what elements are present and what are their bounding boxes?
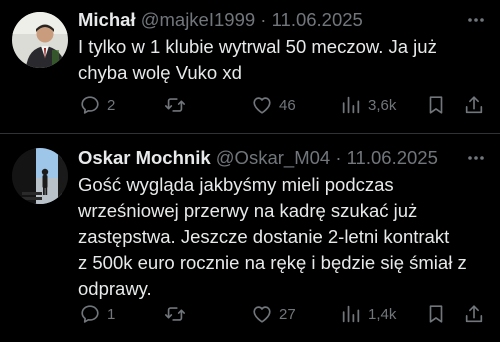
reply-count: 1 (107, 305, 116, 323)
display-name[interactable]: Oskar Mochnik (78, 147, 211, 168)
analytics-icon (342, 96, 360, 114)
tweet-date[interactable]: 11.06.2025 (347, 147, 438, 168)
tweet[interactable]: Oskar Mochnik @Oskar_M04 · 11.06.2025 Go… (0, 134, 500, 342)
display-name[interactable]: Michał (78, 9, 136, 30)
view-count: 3,6k (368, 96, 397, 114)
views-button[interactable]: 3,6k (340, 93, 396, 117)
like-count: 27 (279, 305, 296, 323)
share-icon (465, 305, 483, 323)
separator-dot: · (260, 9, 267, 30)
reply-button[interactable]: 2 (79, 93, 115, 117)
separator-dot: · (335, 147, 342, 168)
bookmark-button[interactable] (425, 93, 447, 117)
tweet-header: Oskar Mochnik @Oskar_M04 · 11.06.2025 (78, 146, 460, 170)
tweet-header: Michał @majkeI1999 · 11.06.2025 (78, 8, 460, 32)
user-handle[interactable]: @Oskar_M04 (216, 147, 330, 168)
reply-icon (81, 305, 99, 323)
share-button[interactable] (463, 302, 485, 326)
tweet-date[interactable]: 11.06.2025 (272, 9, 363, 30)
repost-icon (165, 307, 185, 321)
heart-icon (253, 97, 271, 114)
repost-button[interactable] (163, 302, 193, 326)
avatar[interactable] (12, 12, 68, 68)
more-options-icon[interactable] (466, 148, 486, 168)
view-count: 1,4k (368, 305, 397, 323)
analytics-icon (342, 305, 360, 323)
user-handle[interactable]: @majkeI1999 (141, 9, 255, 30)
tweet-actions: 2 46 3,6k (0, 93, 500, 117)
share-icon (465, 96, 483, 114)
like-button[interactable]: 27 (251, 302, 296, 326)
repost-icon (165, 98, 185, 112)
bookmark-icon (429, 96, 443, 114)
repost-button[interactable] (163, 93, 193, 117)
heart-icon (253, 306, 271, 323)
reply-count: 2 (107, 96, 116, 114)
tweet-text: I tylko w 1 klubie wytrwal 50 meczow. Ja… (78, 36, 437, 83)
like-button[interactable]: 46 (251, 93, 296, 117)
views-button[interactable]: 1,4k (340, 302, 396, 326)
reply-button[interactable]: 1 (79, 302, 115, 326)
bookmark-icon (429, 305, 443, 323)
more-options-icon[interactable] (466, 10, 486, 30)
tweet-text: Gość wygląda jakbyśmy mieli podczas wrze… (78, 174, 467, 299)
bookmark-button[interactable] (425, 302, 447, 326)
tweet[interactable]: Michał @majkeI1999 · 11.06.2025 I tylko … (0, 0, 500, 134)
reply-icon (81, 96, 99, 114)
share-button[interactable] (463, 93, 485, 117)
tweet-actions: 1 27 1,4k (0, 302, 500, 326)
avatar[interactable] (12, 148, 68, 204)
like-count: 46 (279, 96, 296, 114)
